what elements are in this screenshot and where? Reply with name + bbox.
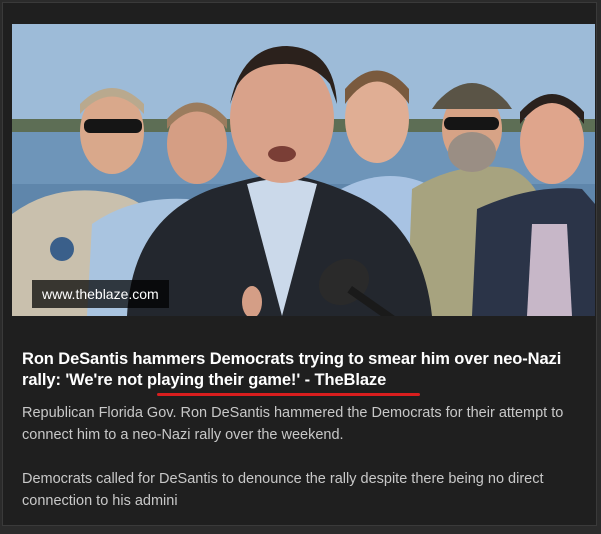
description-paragraph: Republican Florida Gov. Ron DeSantis ham… [22,405,564,443]
news-card[interactable]: www.theblaze.com Ron DeSantis hammers De… [2,2,597,526]
article-description: Republican Florida Gov. Ron DeSantis ham… [22,402,582,534]
press-conference-photo [12,24,595,316]
description-paragraph: Democrats called for DeSantis to denounc… [22,471,544,509]
source-domain-label: www.theblaze.com [32,280,169,308]
red-highlight-underline [157,393,420,396]
article-thumbnail[interactable]: www.theblaze.com [12,24,595,316]
article-headline[interactable]: Ron DeSantis hammers Democrats trying to… [22,349,582,391]
